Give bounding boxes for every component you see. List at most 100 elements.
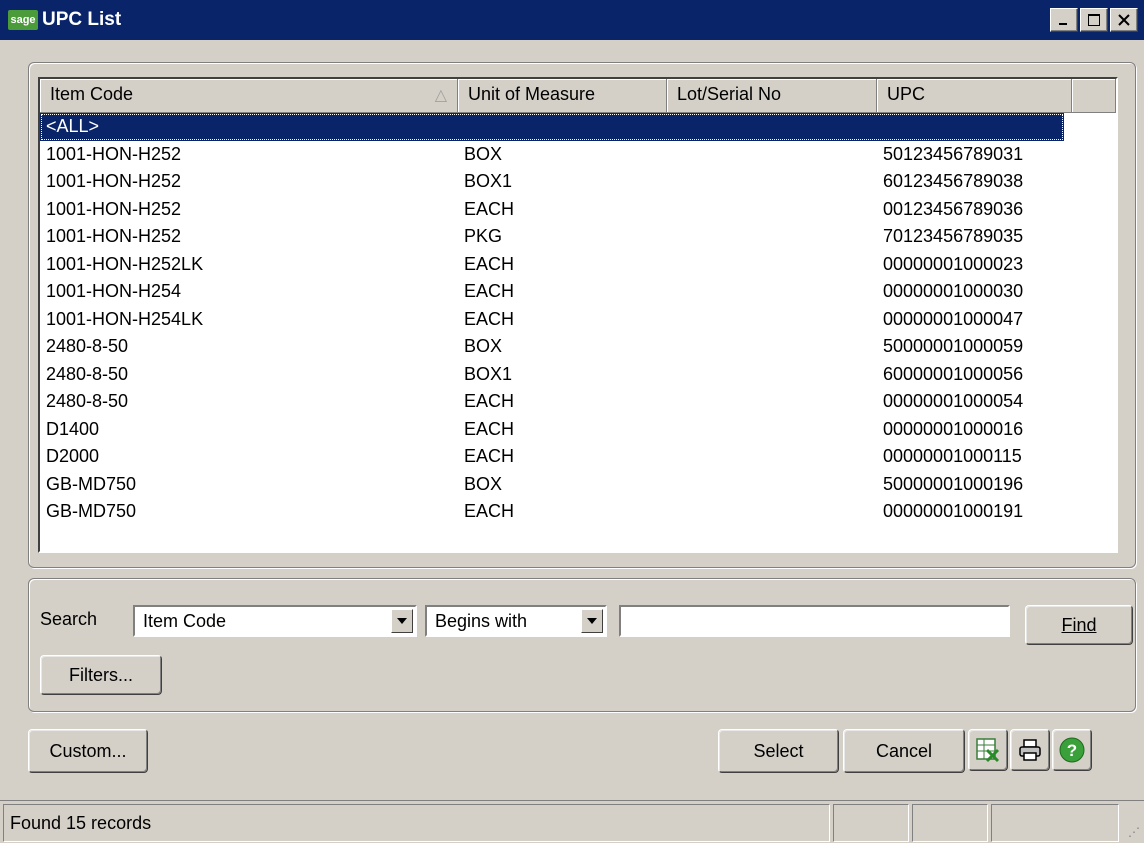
- column-header-unit-of-measure[interactable]: Unit of Measure: [458, 79, 667, 113]
- table-row[interactable]: 1001-HON-H254LK EACH 00000001000047: [40, 306, 1116, 334]
- status-pane: [912, 804, 988, 842]
- help-button[interactable]: ?: [1052, 729, 1092, 771]
- table-cell: BOX: [464, 336, 503, 357]
- column-header-item-code[interactable]: Item Code △: [40, 79, 458, 113]
- table-cell: EACH: [464, 501, 515, 522]
- table-cell: BOX: [464, 473, 503, 494]
- table-cell: 00000001000115: [883, 446, 1022, 467]
- search-label: Search: [40, 609, 98, 629]
- search-operator-value: Begins with: [435, 610, 528, 631]
- table-row[interactable]: <ALL>: [40, 113, 1064, 141]
- table-cell: EACH: [464, 253, 515, 274]
- maximize-icon: [1088, 14, 1100, 26]
- column-header-upc[interactable]: UPC: [877, 79, 1072, 113]
- cancel-button-label: Cancel: [875, 740, 933, 761]
- table-cell: 70123456789035: [883, 226, 1024, 247]
- column-label: UPC: [887, 84, 926, 104]
- search-operator-select[interactable]: Begins with: [425, 605, 607, 637]
- table-cell: D1400: [46, 418, 100, 439]
- table-cell: BOX: [464, 143, 503, 164]
- table-cell: 1001-HON-H252: [46, 198, 182, 219]
- table-cell: 00000001000047: [883, 308, 1024, 329]
- chevron-down-icon: [587, 618, 597, 624]
- table-cell: 1001-HON-H252: [46, 143, 182, 164]
- table-row[interactable]: GB-MD750 EACH 00000001000191: [40, 498, 1116, 526]
- upc-grid[interactable]: Item Code △ Unit of Measure Lot/Serial N…: [38, 77, 1118, 553]
- table-cell: EACH: [464, 391, 515, 412]
- custom-button[interactable]: Custom...: [28, 729, 148, 773]
- table-cell: 1001-HON-H254: [46, 281, 182, 302]
- status-pane: [991, 804, 1119, 842]
- dropdown-arrow-button[interactable]: [391, 609, 413, 633]
- printer-icon: [1019, 739, 1041, 761]
- table-row[interactable]: 1001-HON-H252LK EACH 00000001000023: [40, 251, 1116, 279]
- table-row[interactable]: D1400 EACH 00000001000016: [40, 416, 1116, 444]
- table-row[interactable]: GB-MD750 BOX 50000001000196: [40, 471, 1116, 499]
- table-cell: EACH: [464, 281, 515, 302]
- resize-grip-icon[interactable]: ⋰: [1128, 825, 1140, 839]
- table-row[interactable]: 1001-HON-H252 EACH 00123456789036: [40, 196, 1116, 224]
- print-button[interactable]: [1010, 729, 1050, 771]
- table-cell: EACH: [464, 198, 515, 219]
- status-pane: [833, 804, 909, 842]
- table-row[interactable]: 1001-HON-H254 EACH 00000001000030: [40, 278, 1116, 306]
- column-header-filler: [1072, 79, 1116, 113]
- table-row[interactable]: 1001-HON-H252 BOX 50123456789031: [40, 141, 1116, 169]
- maximize-button[interactable]: [1080, 8, 1108, 32]
- sage-logo: sage: [8, 10, 38, 30]
- status-bar: Found 15 records: [0, 800, 1144, 843]
- table-cell: 1001-HON-H252LK: [46, 253, 204, 274]
- chevron-down-icon: [397, 618, 407, 624]
- grid-header: Item Code △ Unit of Measure Lot/Serial N…: [40, 79, 1116, 113]
- dropdown-arrow-button[interactable]: [581, 609, 603, 633]
- cancel-button[interactable]: Cancel: [843, 729, 965, 773]
- search-field-select[interactable]: Item Code: [133, 605, 417, 637]
- find-button[interactable]: Find: [1025, 605, 1133, 645]
- column-header-lot-serial-no[interactable]: Lot/Serial No: [667, 79, 877, 113]
- table-cell: <ALL>: [46, 116, 100, 137]
- table-cell: GB-MD750: [46, 501, 137, 522]
- filters-button-label: Filters...: [68, 664, 133, 685]
- status-text: Found 15 records: [3, 804, 830, 842]
- table-cell: 00000001000054: [883, 391, 1024, 412]
- export-excel-button[interactable]: [968, 729, 1008, 771]
- table-cell: 50000001000059: [883, 336, 1024, 357]
- excel-icon: [976, 738, 1000, 763]
- sort-ascending-icon: △: [434, 87, 447, 104]
- table-cell: BOX1: [464, 171, 513, 192]
- table-row[interactable]: D2000 EACH 00000001000115: [40, 443, 1116, 471]
- table-cell: 2480-8-50: [46, 363, 129, 384]
- table-row[interactable]: 2480-8-50 BOX 50000001000059: [40, 333, 1116, 361]
- table-row[interactable]: 1001-HON-H252 PKG 70123456789035: [40, 223, 1116, 251]
- table-row[interactable]: 2480-8-50 BOX1 60000001000056: [40, 361, 1116, 389]
- table-cell: 60123456789038: [883, 171, 1024, 192]
- close-icon: [1118, 14, 1130, 26]
- close-button[interactable]: [1110, 8, 1138, 32]
- window-controls: [1050, 8, 1138, 32]
- table-cell: 60000001000056: [883, 363, 1024, 384]
- minimize-button[interactable]: [1050, 8, 1078, 32]
- table-cell: 2480-8-50: [46, 336, 129, 357]
- title-bar: sage UPC List: [0, 0, 1144, 40]
- table-cell: 00000001000030: [883, 281, 1024, 302]
- table-cell: EACH: [464, 418, 515, 439]
- search-field-value: Item Code: [143, 610, 227, 631]
- search-group: [28, 578, 1136, 712]
- table-row[interactable]: 2480-8-50 EACH 00000001000054: [40, 388, 1116, 416]
- table-cell: 1001-HON-H254LK: [46, 308, 204, 329]
- select-button[interactable]: Select: [718, 729, 839, 773]
- svg-text:?: ?: [1067, 741, 1077, 760]
- filters-button[interactable]: Filters...: [40, 655, 162, 695]
- column-label: Unit of Measure: [468, 84, 596, 104]
- table-cell: 00123456789036: [883, 198, 1024, 219]
- column-label: Lot/Serial No: [677, 84, 782, 104]
- find-button-label: Find: [1061, 614, 1097, 635]
- table-cell: 1001-HON-H252: [46, 226, 182, 247]
- table-cell: 00000001000016: [883, 418, 1024, 439]
- table-cell: 00000001000191: [883, 501, 1024, 522]
- table-row[interactable]: 1001-HON-H252 BOX1 60123456789038: [40, 168, 1116, 196]
- search-input[interactable]: [619, 605, 1010, 637]
- table-cell: 2480-8-50: [46, 391, 129, 412]
- select-button-label: Select: [753, 740, 804, 761]
- table-cell: EACH: [464, 446, 515, 467]
